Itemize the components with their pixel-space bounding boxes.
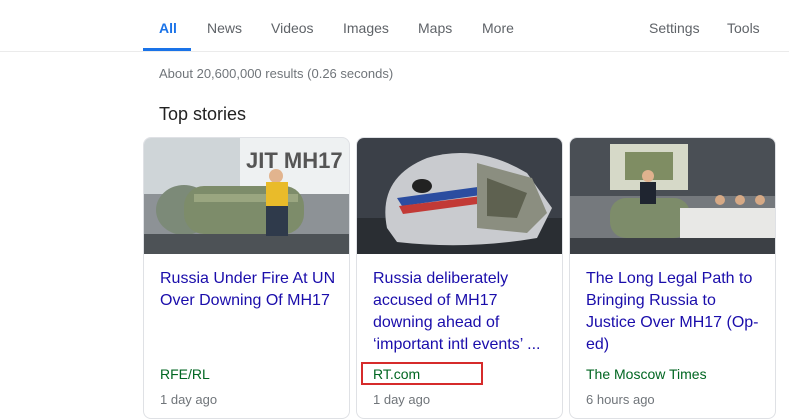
tab-more[interactable]: More — [482, 20, 514, 36]
source-highlight-box — [361, 362, 483, 385]
search-tabs-bar: All News Videos Images Maps More Setting… — [0, 0, 789, 52]
tab-maps[interactable]: Maps — [418, 20, 452, 36]
story-headline-2[interactable]: Russia deliberately accused of MH17 down… — [373, 268, 553, 356]
tab-videos[interactable]: Videos — [271, 20, 314, 36]
story-thumbnail-3[interactable] — [570, 138, 775, 254]
tab-images[interactable]: Images — [343, 20, 389, 36]
tab-settings[interactable]: Settings — [649, 20, 700, 36]
tab-tools[interactable]: Tools — [727, 20, 760, 36]
jit-mh17-backdrop-text: JIT MH17 — [246, 148, 343, 173]
active-tab-indicator — [143, 48, 191, 51]
tab-news[interactable]: News — [207, 20, 242, 36]
tab-all[interactable]: All — [159, 20, 177, 36]
results-stats: About 20,600,000 results (0.26 seconds) — [159, 66, 394, 81]
story-source-3: The Moscow Times — [586, 366, 707, 382]
story-card-3[interactable]: The Long Legal Path to Bringing Russia t… — [569, 137, 776, 419]
story-headline-3[interactable]: The Long Legal Path to Bringing Russia t… — [586, 268, 766, 356]
story-thumbnail-2[interactable] — [357, 138, 562, 254]
story-thumbnail-1[interactable]: JIT MH17 — [144, 138, 349, 254]
top-stories-heading: Top stories — [159, 104, 247, 124]
story-card-1[interactable]: JIT MH17 Russia Under Fire At UN Over Do… — [143, 137, 350, 419]
story-source-1: RFE/RL — [160, 366, 210, 382]
story-headline-1[interactable]: Russia Under Fire At UN Over Downing Of … — [160, 268, 340, 312]
